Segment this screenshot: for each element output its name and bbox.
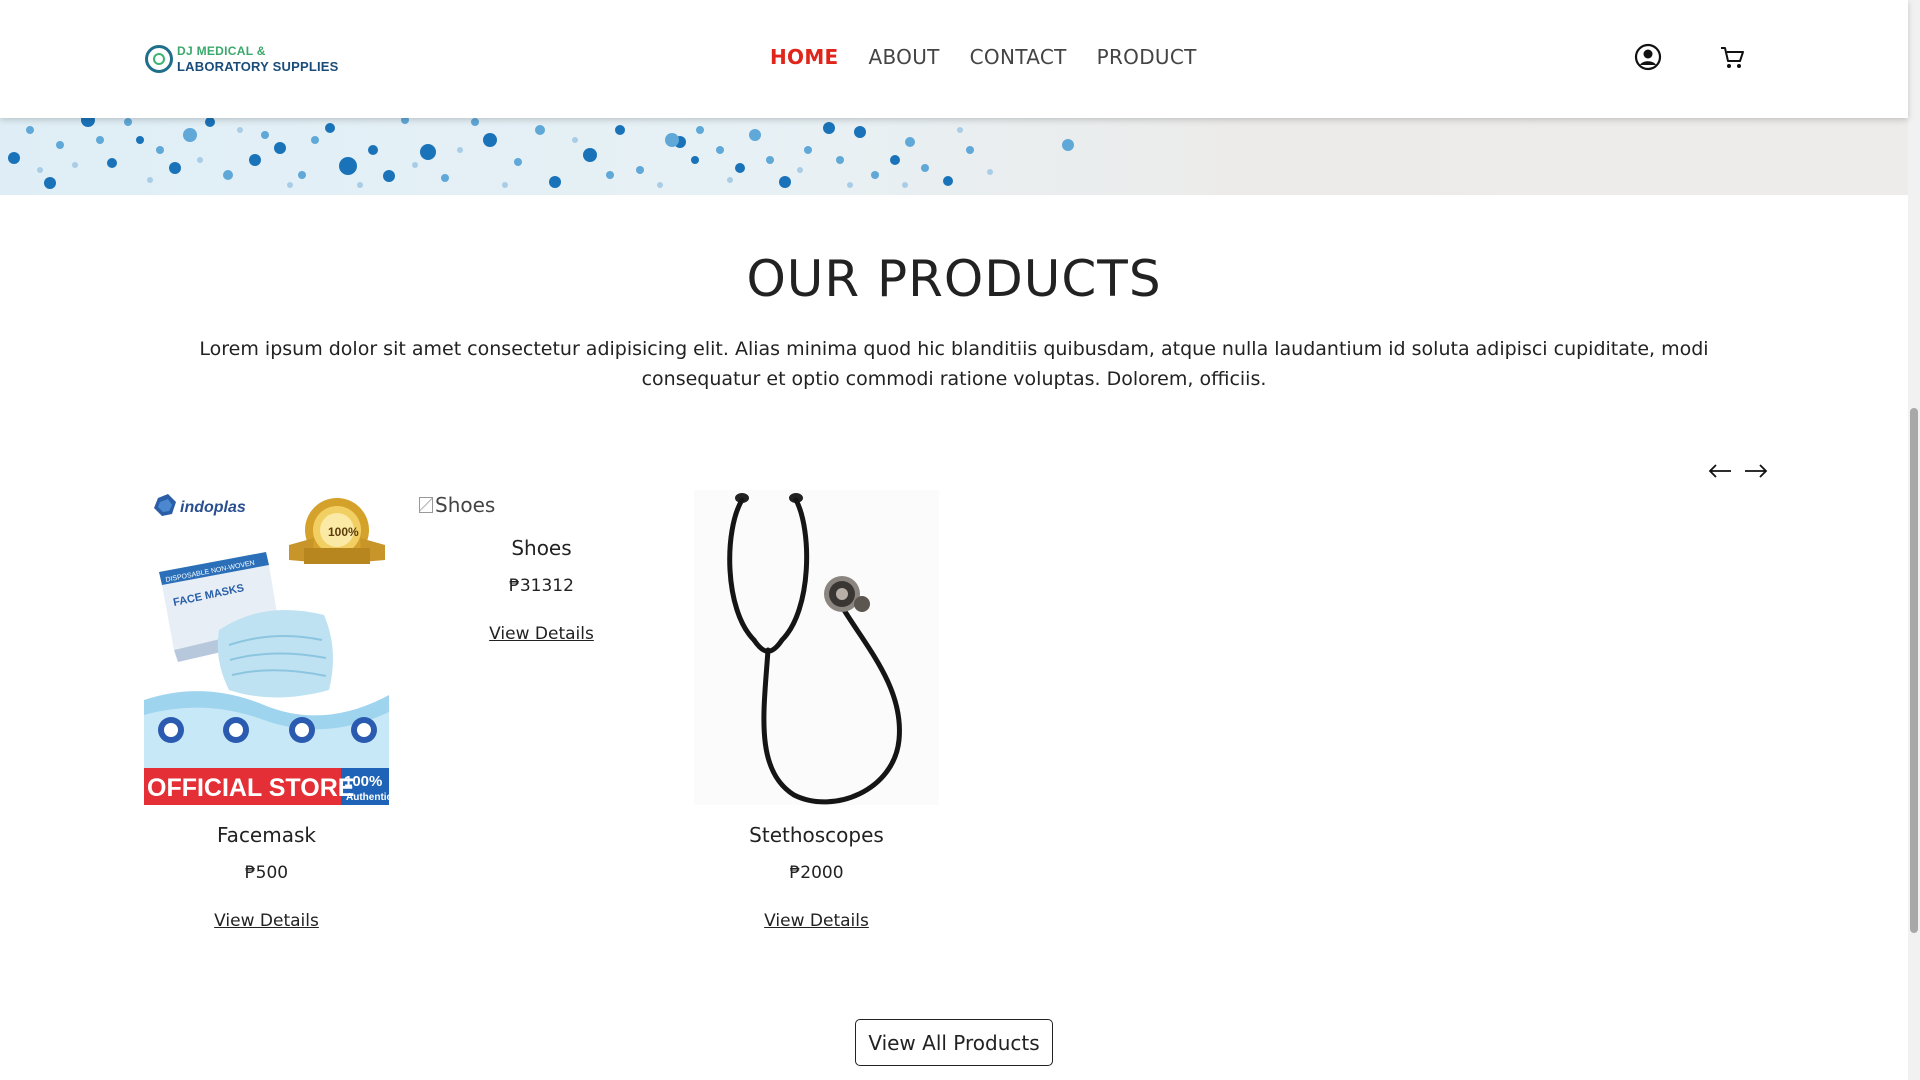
brand-logo[interactable]: DJ MEDICAL & LABORATORY SUPPLIES bbox=[145, 44, 339, 74]
banner-badge-authentic: Authentic bbox=[346, 792, 389, 803]
banner-badge-percent: 100% bbox=[344, 773, 382, 790]
logo-line-1: DJ MEDICAL & bbox=[177, 44, 266, 58]
cart-icon[interactable] bbox=[1717, 42, 1747, 72]
image-brand-name: indoplas bbox=[180, 499, 246, 516]
seal-text: 100% bbox=[328, 525, 359, 539]
product-list: OFFICIAL STORE 100% Authentic indoplas 1… bbox=[144, 490, 939, 931]
arrow-right-icon[interactable] bbox=[1742, 457, 1770, 485]
page-scrollbar[interactable] bbox=[1908, 0, 1920, 1080]
user-icon[interactable] bbox=[1633, 42, 1663, 72]
logo-line-2: LABORATORY SUPPLIES bbox=[177, 59, 339, 74]
logo-text: DJ MEDICAL & LABORATORY SUPPLIES bbox=[177, 44, 339, 74]
nav-home[interactable]: HOME bbox=[770, 45, 839, 69]
arrow-left-icon[interactable] bbox=[1706, 457, 1734, 485]
product-card: Shoes Shoes ₱31312 View Details bbox=[419, 490, 664, 931]
logo-icon bbox=[145, 45, 173, 73]
page: DJ MEDICAL & LABORATORY SUPPLIES HOME AB… bbox=[0, 0, 1920, 1080]
product-image-facemask[interactable]: OFFICIAL STORE 100% Authentic indoplas 1… bbox=[144, 490, 389, 805]
carousel-controls bbox=[1706, 457, 1770, 485]
section-title: OUR PRODUCTS bbox=[746, 250, 1162, 308]
broken-image-icon bbox=[419, 497, 433, 513]
view-details-link[interactable]: View Details bbox=[214, 911, 319, 931]
product-card: Stethoscopes ₱2000 View Details bbox=[694, 490, 939, 931]
view-details-link[interactable]: View Details bbox=[489, 624, 594, 644]
banner-official-store: OFFICIAL STORE bbox=[147, 774, 354, 802]
view-all-products-button[interactable]: View All Products bbox=[855, 1019, 1053, 1066]
product-image-stethoscope[interactable] bbox=[694, 490, 939, 805]
section-description: Lorem ipsum dolor sit amet consectetur a… bbox=[199, 338, 1709, 390]
site-header: DJ MEDICAL & LABORATORY SUPPLIES HOME AB… bbox=[0, 0, 1908, 118]
scrollbar-thumb[interactable] bbox=[1910, 408, 1918, 933]
product-price: ₱2000 bbox=[789, 863, 844, 883]
product-name: Shoes bbox=[511, 536, 572, 560]
nav-contact[interactable]: CONTACT bbox=[970, 45, 1067, 69]
product-image-shoes-broken[interactable]: Shoes bbox=[419, 490, 664, 520]
product-name: Facemask bbox=[217, 823, 316, 847]
nav-product[interactable]: PRODUCT bbox=[1097, 45, 1197, 69]
nav-about[interactable]: ABOUT bbox=[869, 45, 940, 69]
broken-image-alt: Shoes bbox=[435, 493, 496, 517]
product-card: OFFICIAL STORE 100% Authentic indoplas 1… bbox=[144, 490, 389, 931]
product-price: ₱500 bbox=[244, 863, 289, 883]
main-nav: HOME ABOUT CONTACT PRODUCT bbox=[770, 45, 1197, 69]
product-name: Stethoscopes bbox=[749, 823, 884, 847]
view-details-link[interactable]: View Details bbox=[764, 911, 869, 931]
product-price: ₱31312 bbox=[509, 576, 574, 596]
header-actions bbox=[1633, 42, 1747, 72]
